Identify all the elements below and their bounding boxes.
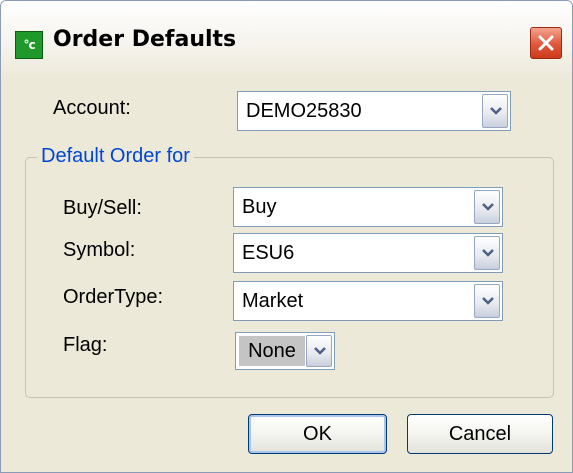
title-bar[interactable]: °c Order Defaults [1,1,572,81]
symbol-select[interactable]: ESU6 [233,233,503,273]
chevron-down-icon [314,347,326,355]
chevron-down-icon [490,107,502,115]
app-icon: °c [15,31,43,59]
chevron-down-icon [482,249,494,257]
account-select[interactable]: DEMO25830 [237,91,511,131]
buy-sell-label: Buy/Sell: [63,197,142,219]
order-type-value: Market [242,289,304,312]
buy-sell-value: Buy [242,195,277,218]
symbol-value: ESU6 [242,241,295,264]
account-dropdown-button[interactable] [482,94,508,128]
flag-select[interactable]: None [235,332,335,370]
close-button[interactable] [530,27,562,59]
account-label: Account: [53,97,131,119]
chevron-down-icon [482,203,494,211]
cancel-button[interactable]: Cancel [407,414,553,454]
symbol-label: Symbol: [63,239,136,261]
order-defaults-dialog: °c Order Defaults Account: DEMO25830 Def… [0,0,573,473]
flag-value: None [239,336,305,366]
flag-label: Flag: [63,334,108,356]
chevron-down-icon [482,297,494,305]
group-title: Default Order for [37,145,194,168]
account-value: DEMO25830 [246,99,362,122]
order-type-label: OrderType: [63,286,164,308]
symbol-dropdown-button[interactable] [474,236,500,270]
flag-dropdown-button[interactable] [306,335,332,367]
buy-sell-select[interactable]: Buy [233,187,503,227]
order-type-dropdown-button[interactable] [474,284,500,318]
buy-sell-dropdown-button[interactable] [474,190,500,224]
order-type-select[interactable]: Market [233,281,503,321]
ok-button[interactable]: OK [248,414,387,454]
dialog-title: Order Defaults [53,27,237,52]
